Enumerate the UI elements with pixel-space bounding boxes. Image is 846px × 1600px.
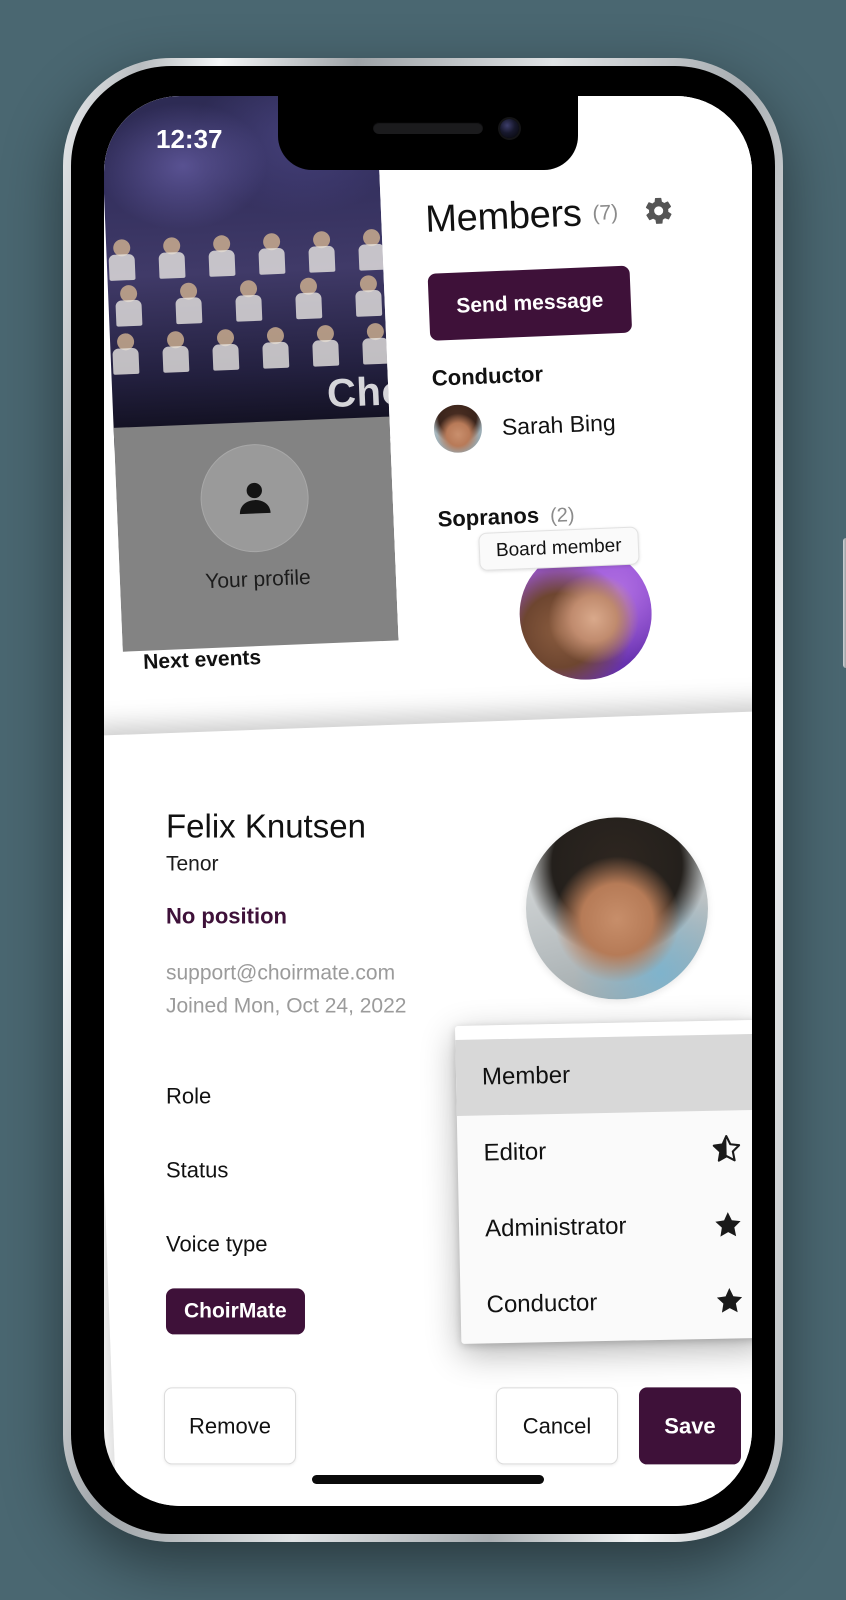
members-header: Members (7) [424,189,674,242]
profile-avatar-placeholder [198,441,311,555]
option-label: Administrator [484,1212,627,1243]
dropdown-option-conductor[interactable]: Conductor [460,1262,752,1344]
member-avatar [525,817,708,1000]
next-events-heading: Next events [142,646,262,674]
section-count: (2) [549,504,575,528]
option-label: Editor [483,1138,547,1167]
member-position: No position [165,903,287,929]
front-camera [500,119,519,138]
phone-frame: Cho Your profile Next events Members (7)… [63,58,846,1542]
star-icon [716,1288,743,1313]
field-label-status: Status [165,1157,229,1183]
save-button[interactable]: Save [638,1387,741,1465]
earpiece-speaker [373,122,483,134]
phone-bezel: Cho Your profile Next events Members (7)… [71,66,775,1534]
person-icon [239,482,271,515]
member-email: support@choirmate.com [165,961,396,985]
choirmate-badge: ChoirMate [165,1288,305,1335]
field-label-voice-type: Voice type [165,1231,268,1257]
card-action-row: Remove Cancel Save [104,1387,752,1477]
section-title: Sopranos [437,502,540,532]
role-dropdown-menu[interactable]: Member Editor Administrator Conductor [455,1019,752,1344]
half-star-icon [712,1135,741,1162]
dropdown-option-member[interactable]: Member [455,1033,752,1116]
gear-icon[interactable] [642,195,674,227]
cancel-button[interactable]: Cancel [495,1387,618,1465]
list-item[interactable]: Sarah Bing [432,398,617,454]
section-title: Conductor [431,361,544,391]
section-heading-sopranos: Sopranos (2) [437,501,575,533]
dropdown-option-editor[interactable]: Editor [457,1110,752,1192]
status-bar-time: 12:37 [156,124,223,154]
remove-button[interactable]: Remove [163,1387,296,1465]
left-pane: Cho Your profile Next events [104,96,401,710]
phone-screen: Cho Your profile Next events Members (7)… [104,96,752,1506]
screenshot-stage: Cho Your profile Next events Members (7)… [0,0,846,1600]
member-joined-date: Joined Mon, Oct 24, 2022 [165,994,407,1018]
dropdown-option-administrator[interactable]: Administrator [458,1186,752,1268]
option-label: Conductor [486,1289,598,1319]
section-heading-conductor: Conductor [431,361,543,392]
field-label-role: Role [165,1083,212,1109]
member-name: Sarah Bing [501,408,617,440]
star-icon [715,1212,741,1237]
page-title: Members [424,192,583,241]
member-name-heading: Felix Knutsen [165,807,366,845]
option-label: Member [481,1061,571,1091]
your-profile-label: Your profile [204,565,312,594]
status-badge: Board member [478,526,640,571]
avatar [432,403,483,454]
your-profile-tile[interactable]: Your profile [113,416,399,652]
member-voice-type: Tenor [165,852,219,876]
home-indicator[interactable] [312,1475,544,1484]
members-count: (7) [592,200,619,225]
send-message-button[interactable]: Send message [427,265,633,341]
